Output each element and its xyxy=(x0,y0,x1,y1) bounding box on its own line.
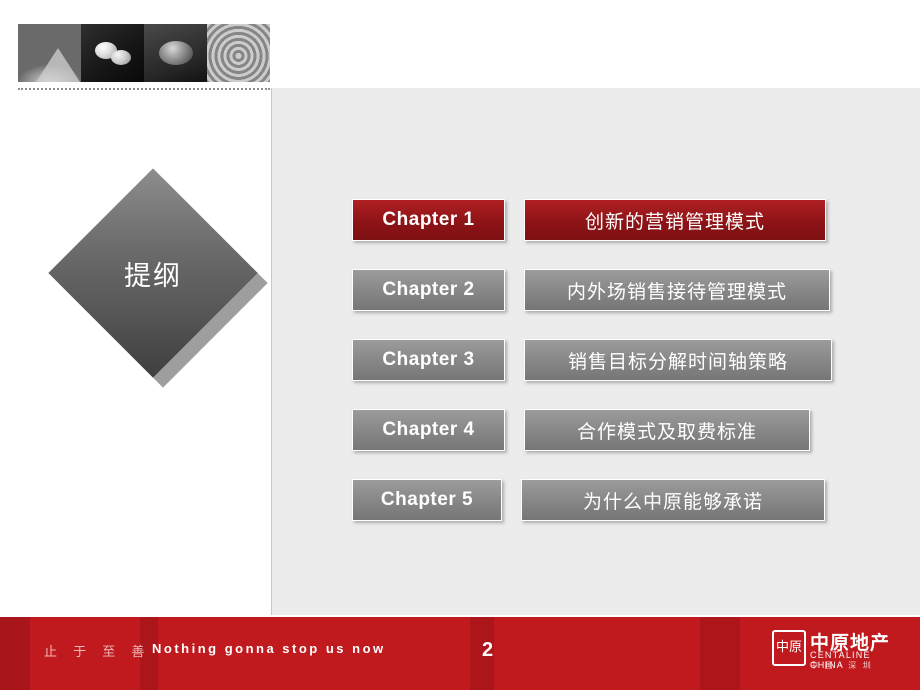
chapter-row-5[interactable]: Chapter 5 为什么中原能够承诺 xyxy=(352,479,836,521)
footer-stripe-1 xyxy=(0,617,30,690)
zen-rings-photo xyxy=(207,24,270,82)
footer-slogan-cn: 止 于 至 善 xyxy=(44,645,151,660)
chapter-title-4[interactable]: 合作模式及取费标准 xyxy=(524,409,810,451)
zen-pebble-photo xyxy=(144,24,207,82)
zen-sand-cone-photo xyxy=(18,24,81,82)
chapter-row-4[interactable]: Chapter 4 合作模式及取费标准 xyxy=(352,409,836,451)
chapter-number-3[interactable]: Chapter 3 xyxy=(352,339,505,381)
chapter-row-1[interactable]: Chapter 1 创新的营销管理模式 xyxy=(352,199,836,241)
strip-divider xyxy=(18,88,270,90)
agenda-diamond: 提纲 xyxy=(48,168,268,388)
chapter-number-5[interactable]: Chapter 5 xyxy=(352,479,502,521)
chapter-row-2[interactable]: Chapter 2 内外场销售接待管理模式 xyxy=(352,269,836,311)
footer-slogan-en: Nothing gonna stop us now xyxy=(152,641,386,656)
chapter-number-4[interactable]: Chapter 4 xyxy=(352,409,505,451)
chapter-number-2[interactable]: Chapter 2 xyxy=(352,269,505,311)
logo-sub-label: 中 国 · 深 圳 xyxy=(810,661,873,670)
logo-mark-icon: 中原 xyxy=(772,630,806,666)
page-number: 2 xyxy=(482,639,494,661)
centaline-logo: 中原 中原地产 CENTALINE CHINA 中 国 · 深 圳 xyxy=(772,628,894,670)
footer-stripe-4 xyxy=(700,617,740,690)
zen-stones-photo xyxy=(81,24,144,82)
chapter-title-1[interactable]: 创新的营销管理模式 xyxy=(524,199,826,241)
chapter-title-2[interactable]: 内外场销售接待管理模式 xyxy=(524,269,830,311)
vertical-divider xyxy=(271,88,272,615)
chapter-title-3[interactable]: 销售目标分解时间轴策略 xyxy=(524,339,832,381)
chapter-list: Chapter 1 创新的营销管理模式 Chapter 2 内外场销售接待管理模… xyxy=(352,199,836,549)
photo-strip xyxy=(18,24,270,82)
diamond-label: 提纲 xyxy=(124,260,182,292)
chapter-number-1[interactable]: Chapter 1 xyxy=(352,199,505,241)
chapter-title-5[interactable]: 为什么中原能够承诺 xyxy=(521,479,825,521)
chapter-row-3[interactable]: Chapter 3 销售目标分解时间轴策略 xyxy=(352,339,836,381)
